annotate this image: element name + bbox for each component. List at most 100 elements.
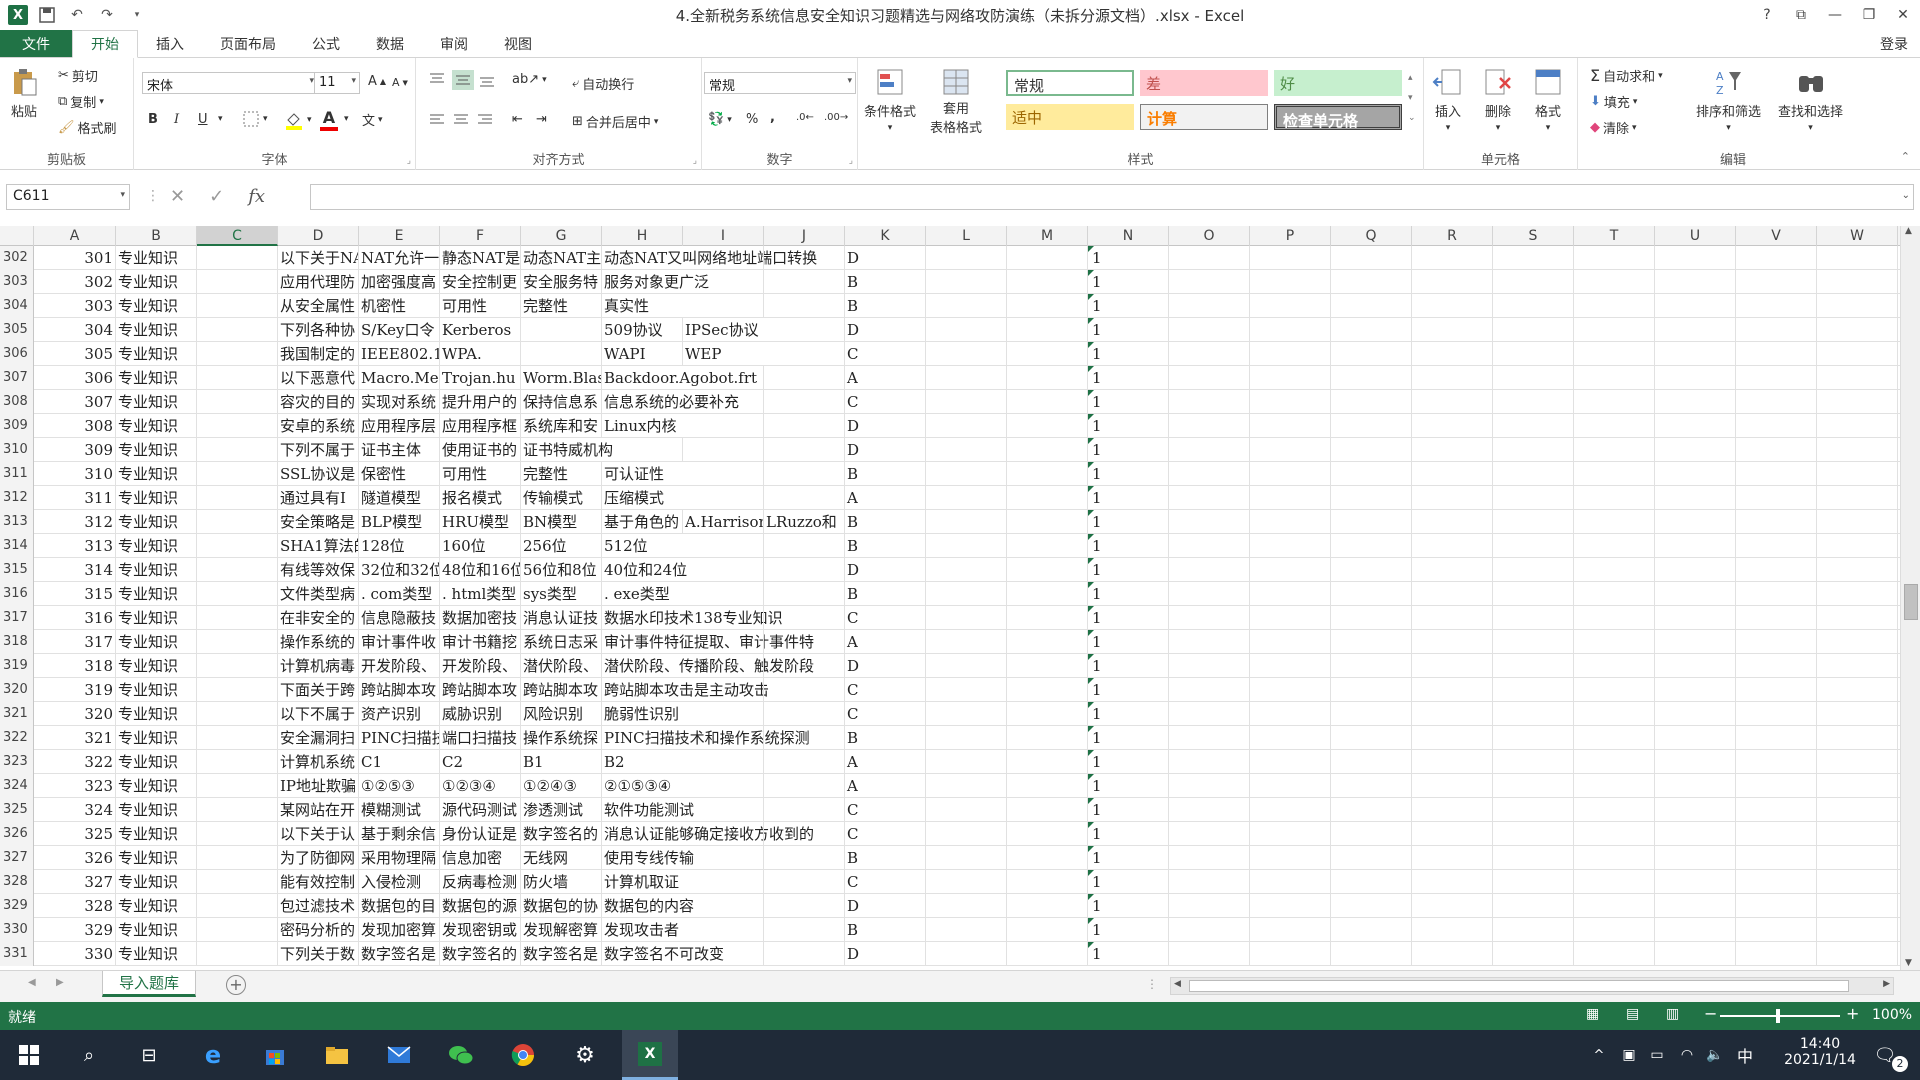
cell-d[interactable]: 为了防御网 <box>278 846 359 870</box>
format-painter-button[interactable]: 🖌 格式刷 <box>58 118 117 137</box>
cell-f[interactable]: 静态NAT是 <box>440 246 521 270</box>
cell-b[interactable]: 专业知识 <box>116 870 197 894</box>
cell-h[interactable]: 真实性 <box>602 294 683 318</box>
cell-d[interactable]: 有线等效保 <box>278 558 359 582</box>
row-header[interactable]: 326 <box>0 822 34 846</box>
settings-gear-icon[interactable]: ⚙ <box>570 1040 600 1070</box>
cell-t[interactable] <box>1574 750 1655 774</box>
zoom-level[interactable]: 100% <box>1872 1007 1912 1023</box>
zoom-in-icon[interactable]: + <box>1846 1004 1859 1023</box>
cell-l[interactable] <box>926 366 1007 390</box>
cell-n[interactable]: 1 <box>1088 822 1169 846</box>
cell-d[interactable]: 下列不属于 <box>278 438 359 462</box>
column-header-g[interactable]: G <box>521 226 602 246</box>
cell-l[interactable] <box>926 558 1007 582</box>
cell-s[interactable] <box>1493 750 1574 774</box>
cell-w[interactable] <box>1817 822 1898 846</box>
cell-r[interactable] <box>1412 414 1493 438</box>
column-header-s[interactable]: S <box>1493 226 1574 246</box>
cell-s[interactable] <box>1493 726 1574 750</box>
cell-a[interactable]: 310 <box>34 462 116 486</box>
cell-t[interactable] <box>1574 774 1655 798</box>
cell-r[interactable] <box>1412 750 1493 774</box>
cell-h[interactable]: 计算机取证 <box>602 870 683 894</box>
cell-o[interactable] <box>1169 534 1250 558</box>
cell-p[interactable] <box>1250 774 1331 798</box>
cell-r[interactable] <box>1412 294 1493 318</box>
cell-c[interactable] <box>197 630 278 654</box>
cell-d[interactable]: 从安全属性 <box>278 294 359 318</box>
cell-n[interactable]: 1 <box>1088 486 1169 510</box>
cell-b[interactable]: 专业知识 <box>116 654 197 678</box>
cell-s[interactable] <box>1493 822 1574 846</box>
cell-u[interactable] <box>1655 510 1736 534</box>
redo-icon[interactable]: ↷ <box>96 4 118 26</box>
cell-h[interactable]: 512位 <box>602 534 683 558</box>
cell-o[interactable] <box>1169 918 1250 942</box>
cell-a[interactable]: 319 <box>34 678 116 702</box>
cell-m[interactable] <box>1007 870 1088 894</box>
cell-c[interactable] <box>197 870 278 894</box>
search-icon[interactable]: ⌕ <box>74 1040 104 1070</box>
cell-r[interactable] <box>1412 798 1493 822</box>
row-header[interactable]: 304 <box>0 294 34 318</box>
cell-a[interactable]: 323 <box>34 774 116 798</box>
cell-q[interactable] <box>1331 318 1412 342</box>
cell-n[interactable]: 1 <box>1088 870 1169 894</box>
cell-i[interactable] <box>683 798 764 822</box>
alignment-dialog-launcher-icon[interactable]: ⌟ <box>693 156 697 166</box>
cell-w[interactable] <box>1817 534 1898 558</box>
row-header[interactable]: 327 <box>0 846 34 870</box>
cell-v[interactable] <box>1736 558 1817 582</box>
cell-g[interactable]: ①②④③ <box>521 774 602 798</box>
row-header[interactable]: 305 <box>0 318 34 342</box>
cell-b[interactable]: 专业知识 <box>116 774 197 798</box>
cell-t[interactable] <box>1574 294 1655 318</box>
cell-o[interactable] <box>1169 726 1250 750</box>
cell-j[interactable] <box>764 318 845 342</box>
cell-q[interactable] <box>1331 558 1412 582</box>
cell-n[interactable]: 1 <box>1088 534 1169 558</box>
column-header-o[interactable]: O <box>1169 226 1250 246</box>
cell-q[interactable] <box>1331 774 1412 798</box>
cell-b[interactable]: 专业知识 <box>116 246 197 270</box>
cell-v[interactable] <box>1736 366 1817 390</box>
tab-review[interactable]: 审阅 <box>422 30 486 57</box>
decrease-decimal-icon[interactable]: .00→ <box>824 112 848 123</box>
cancel-icon[interactable]: ✕ <box>170 186 185 207</box>
cell-p[interactable] <box>1250 606 1331 630</box>
cell-t[interactable] <box>1574 486 1655 510</box>
percent-button[interactable]: % <box>746 112 758 127</box>
cell-n[interactable]: 1 <box>1088 294 1169 318</box>
cell-a[interactable]: 316 <box>34 606 116 630</box>
cell-a[interactable]: 303 <box>34 294 116 318</box>
tray-expand-icon[interactable]: ^ <box>1584 1040 1614 1070</box>
cell-g[interactable]: 防火墙 <box>521 870 602 894</box>
cell-w[interactable] <box>1817 510 1898 534</box>
cell-i[interactable] <box>683 270 764 294</box>
cell-m[interactable] <box>1007 318 1088 342</box>
cell-d[interactable]: 通过具有I <box>278 486 359 510</box>
merge-center-button[interactable]: ⊞ 合并后居中 ▾ <box>572 112 658 131</box>
borders-icon[interactable]: ▾ <box>242 110 268 128</box>
cell-i[interactable] <box>683 846 764 870</box>
cell-g[interactable]: 系统库和安 <box>521 414 602 438</box>
cell-f[interactable]: 160位 <box>440 534 521 558</box>
cell-h[interactable]: PINC扫描技术和操作系统探测 <box>602 726 810 750</box>
cell-k[interactable]: C <box>845 678 926 702</box>
store-icon[interactable] <box>260 1040 290 1070</box>
cell-i[interactable] <box>683 822 764 846</box>
column-header-c[interactable]: C <box>197 226 278 246</box>
cell-g[interactable]: Worm.Blas <box>521 366 602 390</box>
cell-n[interactable]: 1 <box>1088 798 1169 822</box>
cell-l[interactable] <box>926 510 1007 534</box>
cell-k[interactable]: B <box>845 270 926 294</box>
cell-f[interactable]: WPA. <box>440 342 521 366</box>
tab-insert[interactable]: 插入 <box>138 30 202 57</box>
column-header-d[interactable]: D <box>278 226 359 246</box>
cell-d[interactable]: SSL协议是 <box>278 462 359 486</box>
cell-i[interactable] <box>683 870 764 894</box>
cell-c[interactable] <box>197 534 278 558</box>
cell-t[interactable] <box>1574 558 1655 582</box>
align-bottom-icon[interactable] <box>478 72 496 88</box>
